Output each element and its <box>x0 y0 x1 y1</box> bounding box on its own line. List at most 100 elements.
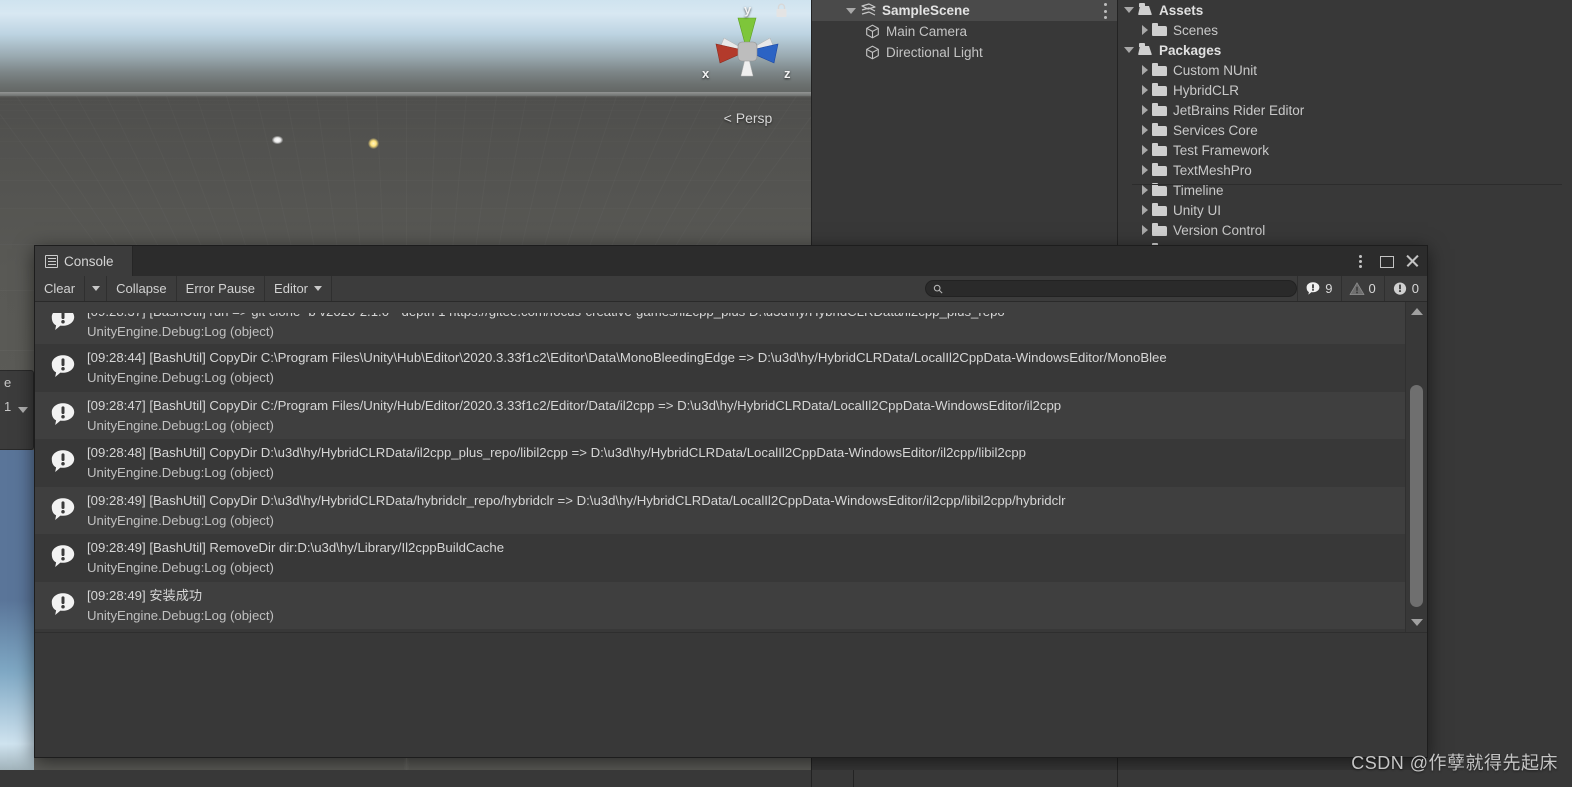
console-log-stack: UnityEngine.Debug:Log (object) <box>87 560 274 575</box>
console-log-list[interactable]: [09:28:37] [BashUtil] run => git clone -… <box>35 302 1405 632</box>
hierarchy-item-label: SampleScene <box>882 3 970 18</box>
folder-icon <box>1152 223 1167 236</box>
project-item-label: Scenes <box>1173 22 1219 38</box>
hierarchy-item-main-camera[interactable]: Main Camera <box>812 21 1117 42</box>
console-log-row[interactable]: [09:28:48] [BashUtil] CopyDir D:\u3d\hy/… <box>35 439 1405 487</box>
project-item-label: Assets <box>1159 2 1204 18</box>
project-item-scenes[interactable]: Scenes <box>1118 20 1572 40</box>
gameobject-icon <box>864 24 881 39</box>
camera-gizmo-icon[interactable] <box>272 136 283 144</box>
error-pause-button[interactable]: Error Pause <box>176 276 266 301</box>
console-counters: 9 0 0 <box>1297 276 1427 301</box>
project-item-version-control[interactable]: Version Control <box>1118 220 1572 240</box>
warning-count-button[interactable]: 0 <box>1340 276 1384 301</box>
project-item-textmeshpro[interactable]: TextMeshPro <box>1118 160 1572 180</box>
console-log-row[interactable]: [09:28:49] 安装成功 UnityEngine.Debug:Log (ob… <box>35 581 1405 629</box>
editor-dropdown-button[interactable]: Editor <box>265 276 333 301</box>
project-item-hybridclr[interactable]: HybridCLR <box>1118 80 1572 100</box>
chevron-down-icon[interactable] <box>846 7 856 14</box>
collapse-button[interactable]: Collapse <box>107 276 177 301</box>
log-icon <box>49 306 77 334</box>
log-icon <box>49 591 77 619</box>
console-log-stack: UnityEngine.Debug:Log (object) <box>87 324 274 339</box>
log-count-button[interactable]: 9 <box>1297 276 1341 301</box>
console-log-stack: UnityEngine.Debug:Log (object) <box>87 512 274 528</box>
scene-orientation-gizmo[interactable]: y x z <box>700 2 795 99</box>
console-titlebar[interactable]: Console <box>35 246 1427 276</box>
console-log-row[interactable]: [09:28:37] [BashUtil] run => git clone -… <box>35 302 1405 344</box>
console-log-message: [09:28:49] [BashUtil] RemoveDir dir:D:\u… <box>87 540 505 555</box>
console-tab-label: Console <box>64 253 114 269</box>
warning-count-value: 0 <box>1368 281 1376 296</box>
clear-dropdown-button[interactable] <box>85 276 108 301</box>
gizmo-label-z: z <box>784 66 791 81</box>
project-item-assets[interactable]: Assets <box>1118 0 1572 20</box>
gameobject-icon <box>864 45 881 60</box>
scroll-down-icon[interactable] <box>1411 619 1423 626</box>
hierarchy-item-label: Directional Light <box>886 45 983 60</box>
error-icon <box>1393 282 1406 295</box>
editor-dropdown-label: Editor <box>274 281 309 296</box>
scene-projection-label[interactable]: < Persp <box>700 110 796 126</box>
chevron-right-icon[interactable] <box>1142 185 1148 195</box>
lock-icon[interactable] <box>775 3 788 18</box>
log-icon <box>49 353 77 381</box>
hierarchy-tree[interactable]: SampleScene Main Camera Directional Light <box>812 0 1117 63</box>
inspector-peek-panel[interactable]: e 1 <box>0 370 34 450</box>
console-log-row[interactable]: [09:28:49] [BashUtil] CopyDir D:\u3d\hy/… <box>35 486 1405 534</box>
inspector-peek-text: e <box>4 375 12 390</box>
console-toolbar: Clear Collapse Error Pause Editor 9 0 0 <box>35 276 1427 302</box>
search-input[interactable] <box>948 281 1297 296</box>
project-item-timeline[interactable]: Timeline <box>1118 180 1572 200</box>
console-log-message: [09:28:44] [BashUtil] CopyDir C:\Program… <box>87 350 1167 365</box>
hierarchy-item-samplescene[interactable]: SampleScene <box>812 0 1117 21</box>
project-item-services-core[interactable]: Services Core <box>1118 120 1572 140</box>
close-icon[interactable] <box>1405 254 1419 268</box>
tab-console[interactable]: Console <box>35 246 133 276</box>
light-gizmo-icon[interactable] <box>368 138 379 149</box>
background-panel-strip-gradient <box>0 600 34 780</box>
console-window: Console Clear Collapse Error Pause Edito… <box>34 245 1428 758</box>
chevron-right-icon[interactable] <box>1142 105 1148 115</box>
console-log-row[interactable]: [09:28:44] [BashUtil] CopyDir C:\Program… <box>35 344 1405 392</box>
project-item-custom-nunit[interactable]: Custom NUnit <box>1118 60 1572 80</box>
console-detail-pane[interactable] <box>35 632 1427 757</box>
error-count-button[interactable]: 0 <box>1383 276 1427 301</box>
chevron-right-icon[interactable] <box>1142 165 1148 175</box>
chevron-right-icon[interactable] <box>1142 25 1148 35</box>
project-item-jetbrains-rider-editor[interactable]: JetBrains Rider Editor <box>1118 100 1572 120</box>
kebab-menu-icon[interactable] <box>1103 3 1107 19</box>
project-tree[interactable]: Assets Scenes Packages Custom NUnit HybridCL… <box>1118 0 1572 252</box>
console-log-message: [09:28:47] [BashUtil] CopyDir C:/Program… <box>87 397 1062 413</box>
chevron-right-icon[interactable] <box>1142 145 1148 155</box>
chevron-down-icon[interactable] <box>18 407 28 413</box>
chevron-right-icon[interactable] <box>1142 125 1148 135</box>
watermark: CSDN @作孽就得先起床 <box>1351 753 1558 773</box>
project-item-label: TextMeshPro <box>1173 162 1252 178</box>
maximize-icon[interactable] <box>1379 254 1394 268</box>
folder-icon <box>1152 163 1167 176</box>
project-item-packages[interactable]: Packages <box>1118 40 1572 60</box>
chevron-down-icon[interactable] <box>1124 47 1134 53</box>
chevron-down-icon[interactable] <box>1124 7 1134 13</box>
chevron-right-icon[interactable] <box>1142 65 1148 75</box>
scrollbar-thumb[interactable] <box>1410 385 1423 607</box>
project-item-label: Packages <box>1159 42 1222 58</box>
folder-icon <box>1152 143 1167 156</box>
console-scrollbar[interactable] <box>1405 302 1427 632</box>
chevron-right-icon[interactable] <box>1142 205 1148 215</box>
console-log-row[interactable]: [09:28:47] [BashUtil] CopyDir C:/Program… <box>35 391 1405 439</box>
console-log-row[interactable]: [09:28:49] [BashUtil] RemoveDir dir:D:\u… <box>35 534 1405 582</box>
search-field[interactable] <box>925 280 1298 297</box>
folder-icon <box>1152 183 1167 196</box>
hierarchy-item-directional-light[interactable]: Directional Light <box>812 42 1117 63</box>
clear-button[interactable]: Clear <box>35 276 86 301</box>
chevron-right-icon[interactable] <box>1142 85 1148 95</box>
chevron-right-icon[interactable] <box>1142 225 1148 235</box>
scroll-up-icon[interactable] <box>1411 308 1423 315</box>
project-item-unity-ui[interactable]: Unity UI <box>1118 200 1572 220</box>
hierarchy-item-label: Main Camera <box>886 24 968 39</box>
project-item-test-framework[interactable]: Test Framework <box>1118 140 1572 160</box>
kebab-menu-icon[interactable] <box>1353 254 1367 268</box>
scene-icon <box>860 3 877 18</box>
